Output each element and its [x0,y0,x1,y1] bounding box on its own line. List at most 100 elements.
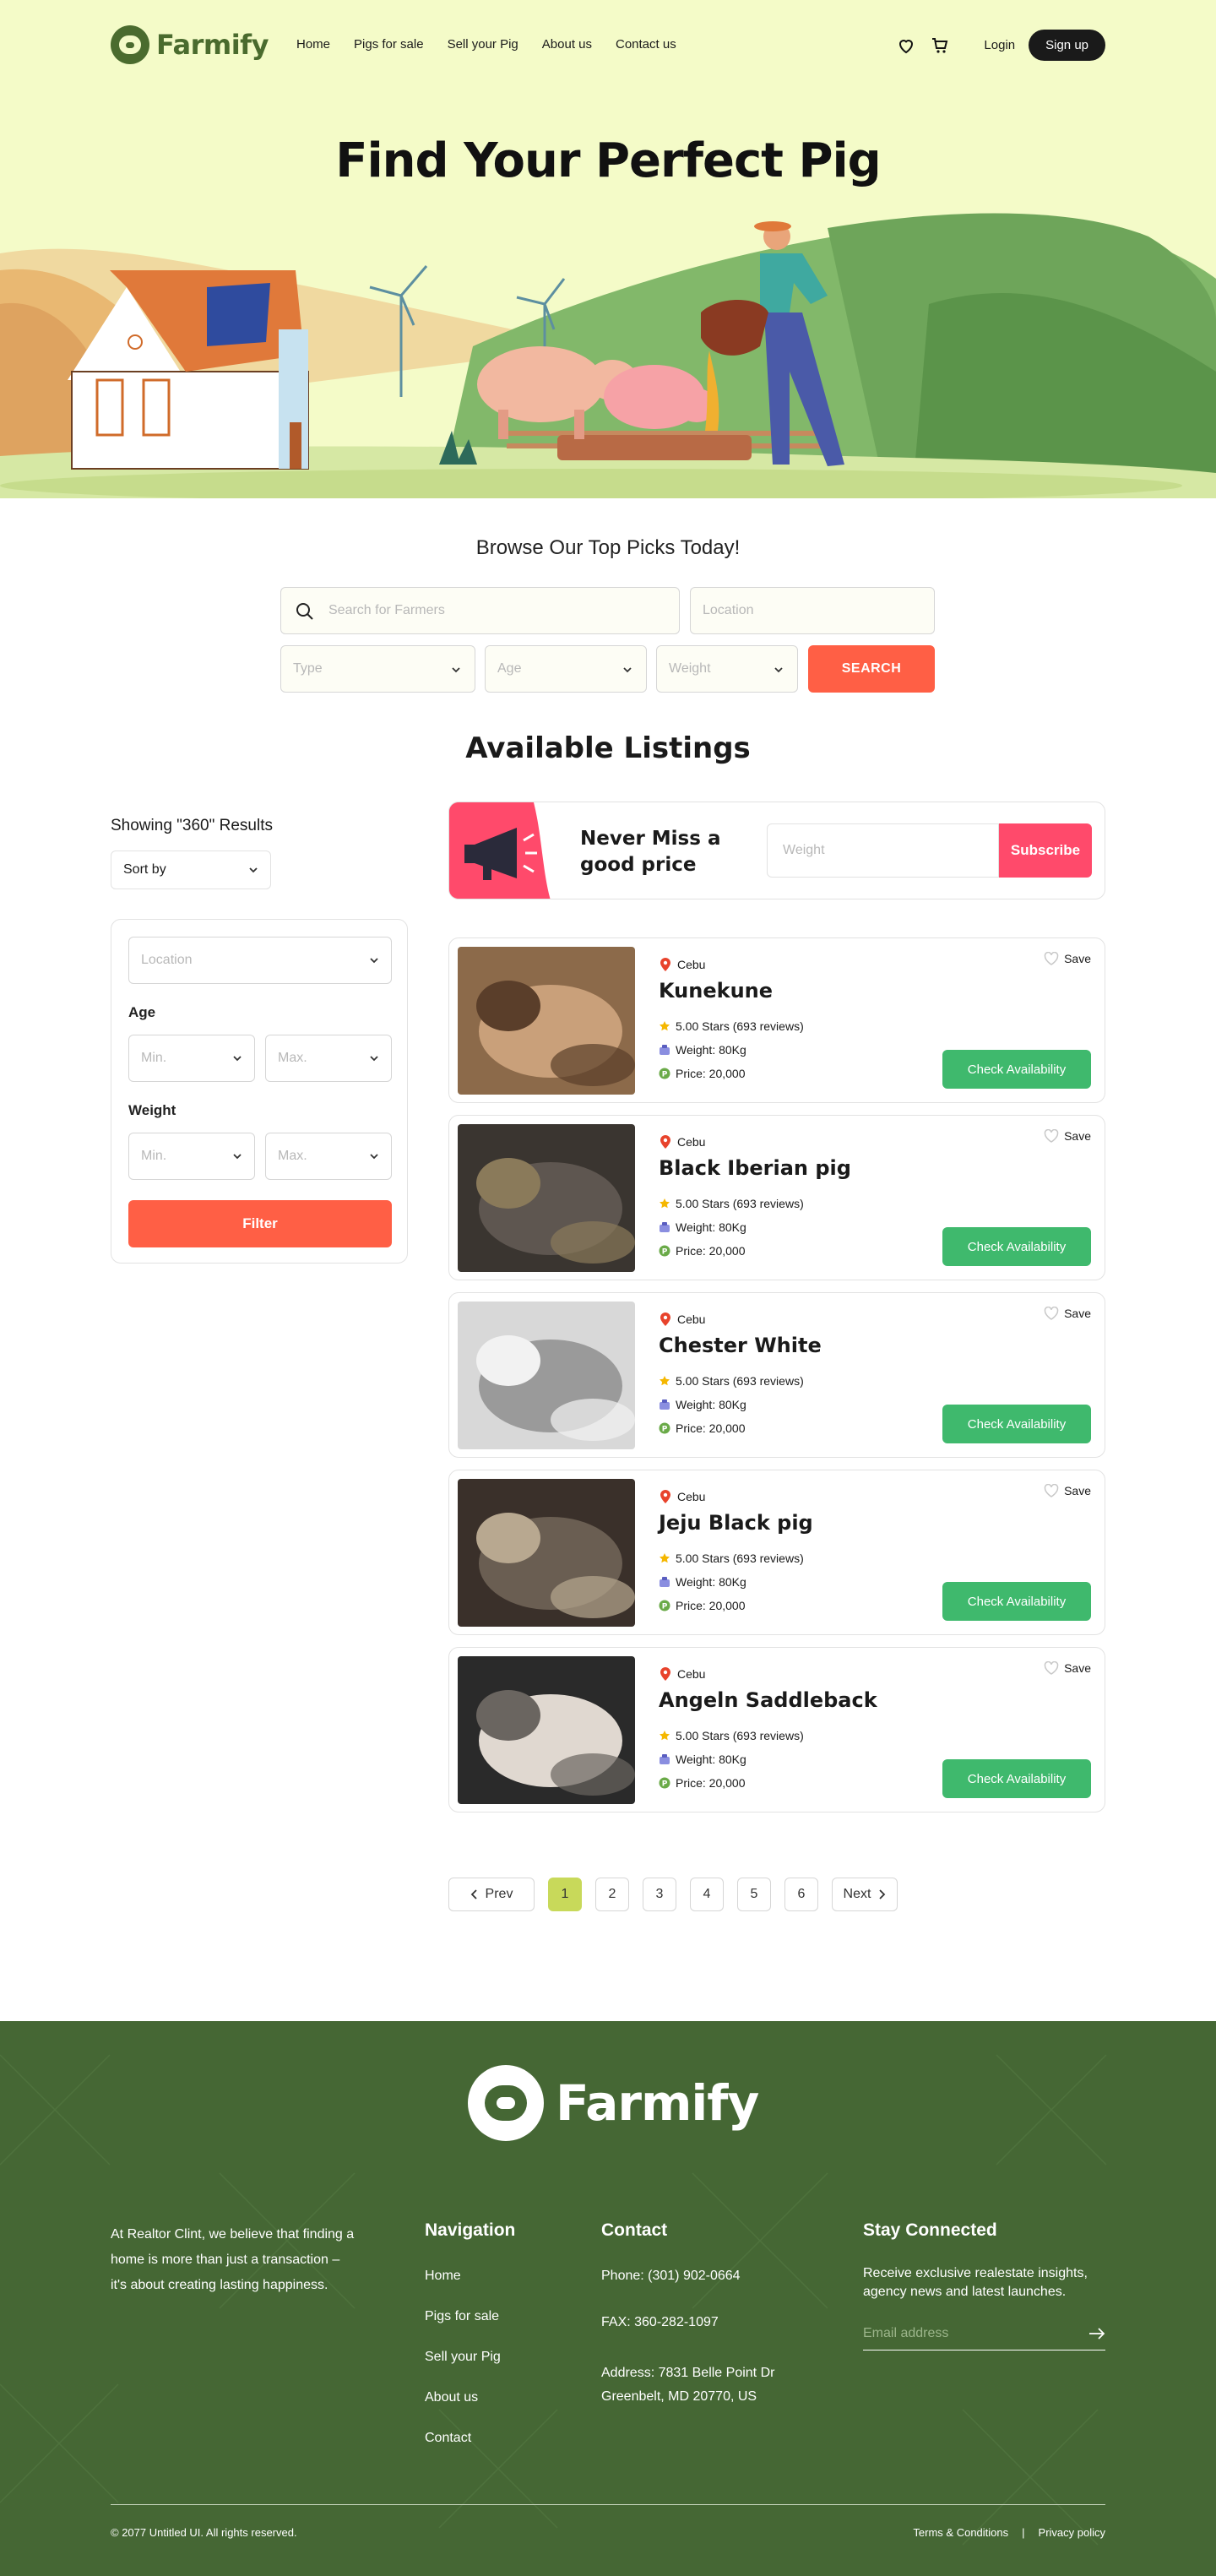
nav-sell-your-pig[interactable]: Sell your Pig [448,37,518,52]
footer-link-sell[interactable]: Sell your Pig [425,2350,501,2365]
pig-photo[interactable] [458,1656,635,1804]
listing-name[interactable]: Kunekune [659,979,773,1003]
check-availability-button[interactable]: Check Availability [942,1050,1091,1089]
listing-card[interactable]: Cebu Chester White 5.00 Stars (693 revie… [448,1292,1105,1458]
chevron-down-icon [249,867,258,873]
listing-rating: 5.00 Stars (693 reviews) [659,1019,804,1033]
svg-text:P: P [662,1603,668,1611]
check-availability-button[interactable]: Check Availability [942,1227,1091,1266]
location-pin-icon [660,958,670,971]
next-page-button[interactable]: Next [832,1878,898,1911]
pig-photo[interactable] [458,1302,635,1449]
chevron-down-icon [233,1154,242,1160]
svg-text:P: P [662,1780,668,1789]
cart-icon[interactable] [930,35,950,56]
nav-home[interactable]: Home [296,37,330,52]
pig-photo[interactable] [458,1124,635,1272]
arrow-right-icon[interactable] [1088,2327,1105,2340]
chevron-right-icon [879,1889,886,1899]
filter-location-select[interactable]: Location [128,937,392,984]
save-label: Save [1064,952,1091,965]
footer-link-contact[interactable]: Contact [425,2431,471,2446]
promo-text: Never Miss a good price [580,828,721,876]
brand-logo[interactable]: Farmify [111,25,269,64]
save-listing-button[interactable]: Save [1044,1129,1091,1143]
login-link[interactable]: Login [984,38,1015,52]
subscribe-button[interactable]: Subscribe [999,823,1092,878]
page-1-button[interactable]: 1 [548,1878,582,1911]
listing-location-text: Cebu [677,1490,706,1503]
listing-price-text: Price: 20,000 [676,1421,746,1435]
privacy-link[interactable]: Privacy policy [1039,2526,1105,2539]
heart-icon[interactable] [896,35,916,56]
chevron-down-icon [233,1056,242,1062]
browse-heading: Browse Our Top Picks Today! [475,536,741,559]
pig-photo[interactable] [458,947,635,1095]
scale-icon [660,1399,670,1410]
page-4-button[interactable]: 4 [690,1878,724,1911]
weight-max-select[interactable]: Max. [265,1133,392,1180]
weight-select[interactable]: Weight [656,645,798,693]
prev-page-button[interactable]: Prev [448,1878,535,1911]
listing-name[interactable]: Angeln Saddleback [659,1688,877,1712]
page-2-button[interactable]: 2 [595,1878,629,1911]
terms-link[interactable]: Terms & Conditions [913,2526,1008,2539]
page-5-button[interactable]: 5 [737,1878,771,1911]
footer-email-input[interactable]: Email address [863,2317,1105,2350]
signup-button[interactable]: Sign up [1029,30,1105,61]
search-button[interactable]: SEARCH [808,645,935,693]
listing-card[interactable]: Cebu Jeju Black pig 5.00 Stars (693 revi… [448,1470,1105,1635]
listing-weight: Weight: 80Kg [659,1398,746,1411]
filter-sidebar: Location Age Min. Max. Weight Min. Max. … [111,919,408,1264]
alert-weight-input[interactable]: Weight [767,823,999,878]
listing-name[interactable]: Black Iberian pig [659,1156,851,1180]
weight-min-select[interactable]: Min. [128,1133,255,1180]
footer-link-home[interactable]: Home [425,2269,461,2284]
farmer-search-input[interactable]: Search for Farmers [280,587,680,634]
check-availability-button[interactable]: Check Availability [942,1759,1091,1798]
save-listing-button[interactable]: Save [1044,1661,1091,1675]
listing-location-text: Cebu [677,1135,706,1149]
listing-card[interactable]: Cebu Kunekune 5.00 Stars (693 reviews) W… [448,937,1105,1103]
email-placeholder: Email address [863,2325,949,2340]
age-min-select[interactable]: Min. [128,1035,255,1082]
check-availability-button[interactable]: Check Availability [942,1405,1091,1443]
pagination: Prev 1 2 3 4 5 6 Next [448,1878,898,1911]
age-max-select[interactable]: Max. [265,1035,392,1082]
listing-card[interactable]: Cebu Angeln Saddleback 5.00 Stars (693 r… [448,1647,1105,1812]
listing-location-text: Cebu [677,1667,706,1681]
listing-rating: 5.00 Stars (693 reviews) [659,1197,804,1210]
min-placeholder: Min. [141,1149,167,1163]
save-listing-button[interactable]: Save [1044,952,1091,965]
nav-contact-us[interactable]: Contact us [616,37,676,52]
sort-by-label: Sort by [123,862,166,877]
footer-about: At Realtor Clint, we believe that findin… [111,2227,355,2292]
filter-button[interactable]: Filter [128,1200,392,1247]
listing-name[interactable]: Chester White [659,1334,822,1357]
svg-text:P: P [662,1071,668,1079]
listing-name[interactable]: Jeju Black pig [659,1511,813,1535]
page-3-button[interactable]: 3 [643,1878,676,1911]
listing-card[interactable]: Cebu Black Iberian pig 5.00 Stars (693 r… [448,1115,1105,1280]
footer-link-about[interactable]: About us [425,2390,478,2405]
listing-location: Cebu [659,1312,705,1327]
price-alert-banner: Never Miss a good price Weight Subscribe [448,802,1105,899]
save-label: Save [1064,1661,1091,1675]
sort-by-select[interactable]: Sort by [111,851,271,889]
type-select[interactable]: Type [280,645,475,693]
page-6-button[interactable]: 6 [784,1878,818,1911]
age-select[interactable]: Age [485,645,647,693]
footer-link-pigs[interactable]: Pigs for sale [425,2309,499,2324]
pig-photo[interactable] [458,1479,635,1627]
save-listing-button[interactable]: Save [1044,1484,1091,1497]
brand-name: Farmify [156,29,269,61]
location-input[interactable]: Location [690,587,935,634]
save-listing-button[interactable]: Save [1044,1307,1091,1320]
nav-about-us[interactable]: About us [542,37,592,52]
check-availability-button[interactable]: Check Availability [942,1582,1091,1621]
listing-rating-text: 5.00 Stars (693 reviews) [676,1374,804,1388]
footer-logo[interactable]: Farmify [468,2065,759,2141]
farm-illustration [0,213,1216,498]
nav-pigs-for-sale[interactable]: Pigs for sale [354,37,424,52]
listing-weight: Weight: 80Kg [659,1220,746,1234]
